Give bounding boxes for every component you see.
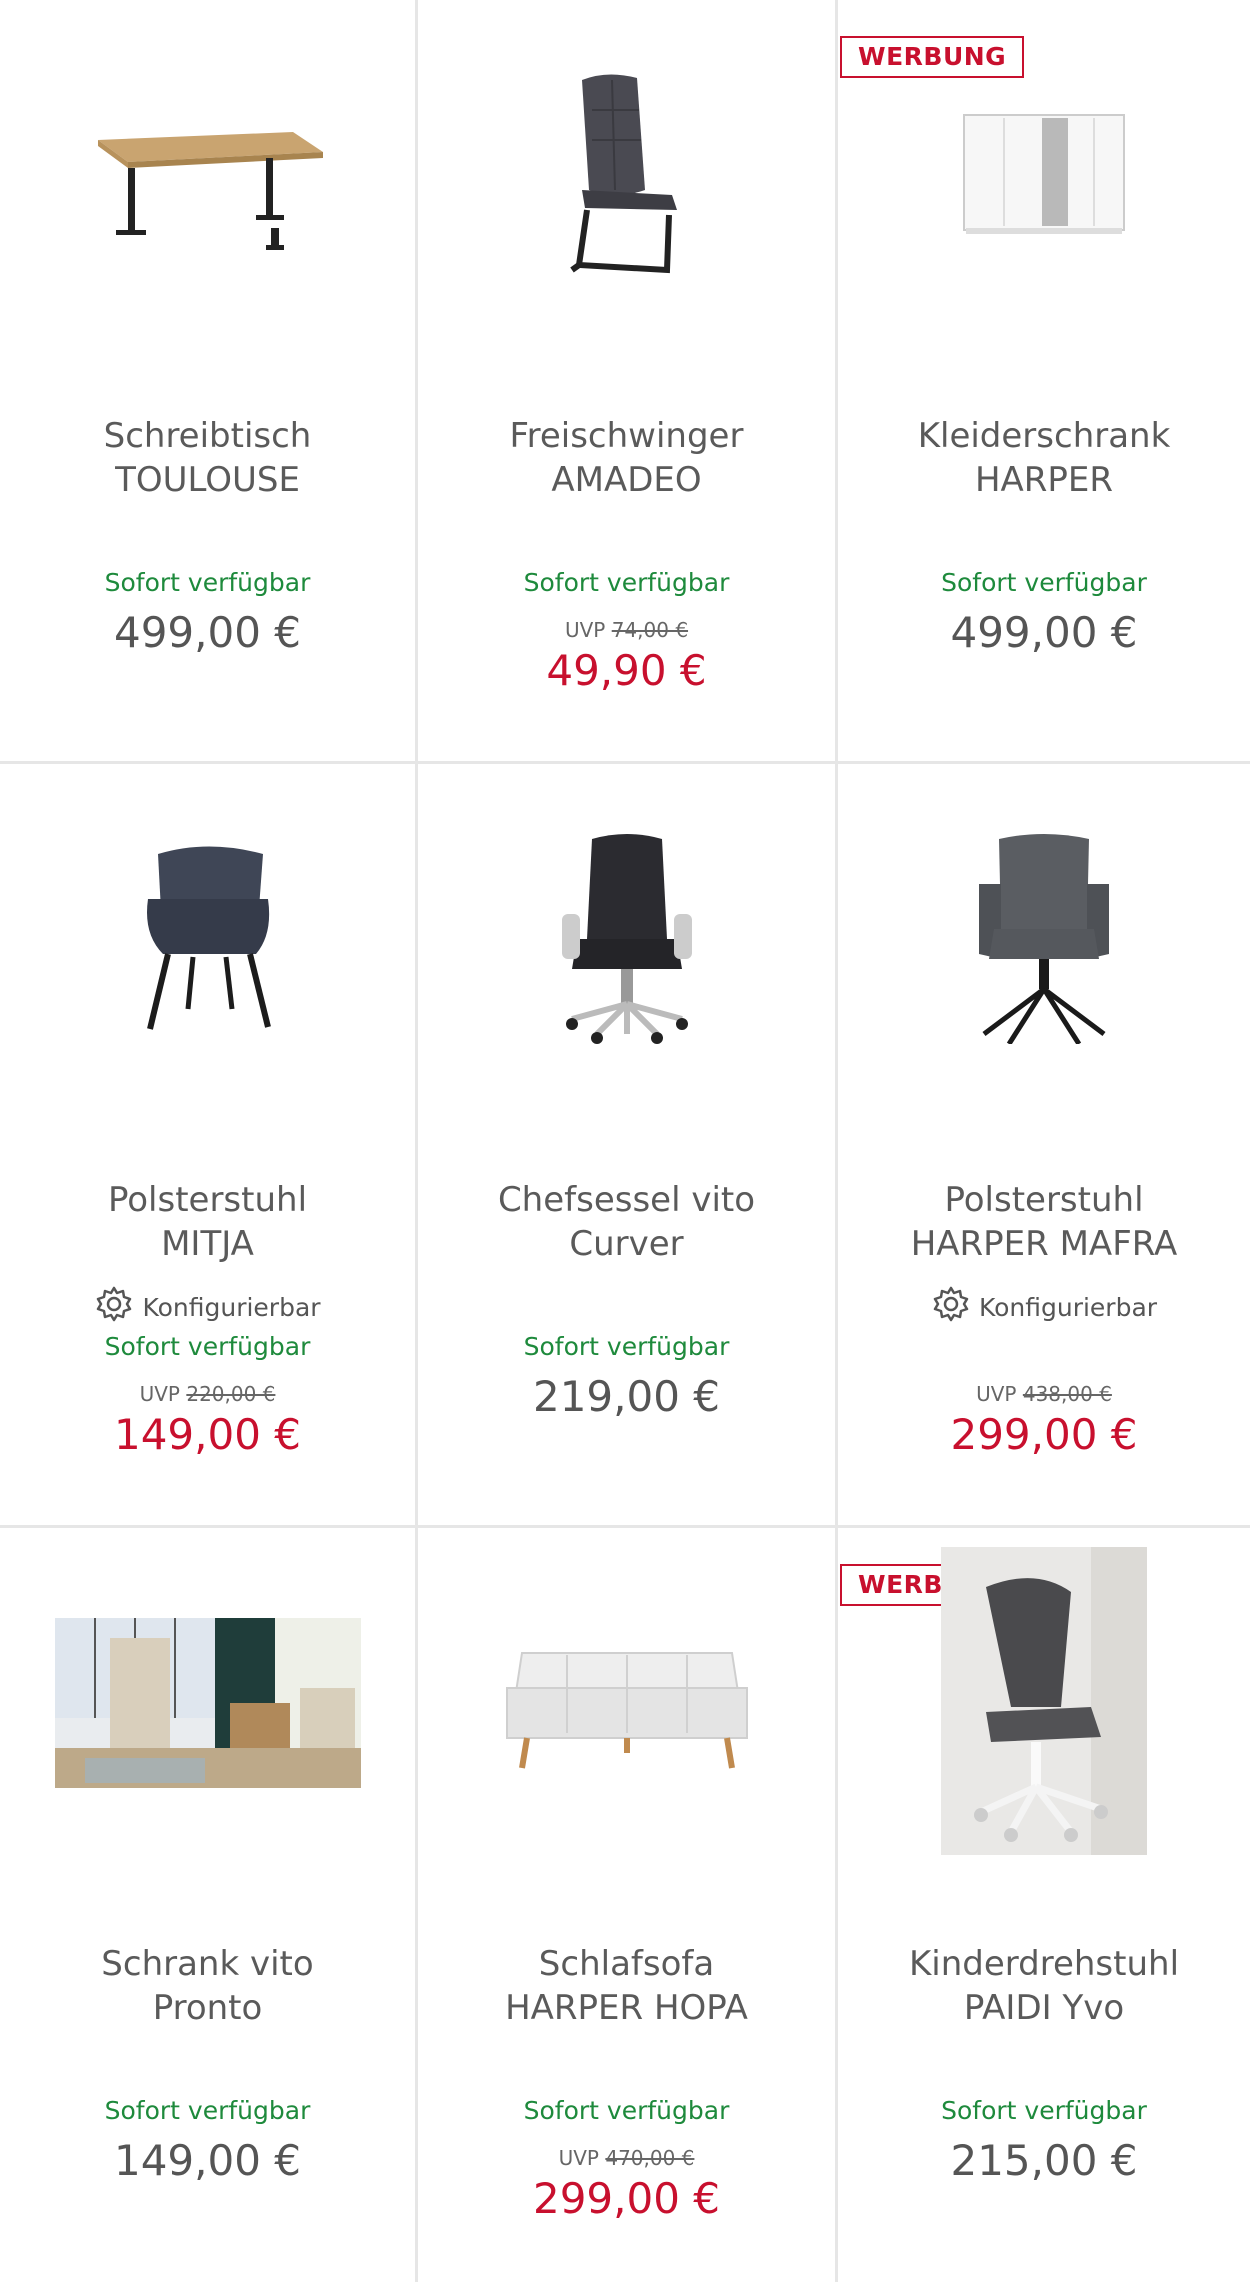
availability-label: Sofort verfügbar (523, 568, 730, 597)
product-card[interactable]: Freischwinger AMADEO Sofort verfügbar UVP… (418, 0, 838, 764)
price: 215,00 € (950, 2136, 1138, 2185)
availability-label: Sofort verfügbar (523, 2096, 730, 2125)
configurable-tag[interactable]: Konfigurierbar (0, 1284, 415, 1330)
cantilever-chair-image[interactable] (418, 20, 835, 330)
product-card[interactable]: Schlafsofa HARPER HOPA Sofort verfügbar U… (418, 1528, 838, 2282)
uvp-price: UVP 438,00 € (976, 1382, 1112, 1406)
availability-label: Sofort verfügbar (941, 568, 1147, 597)
availability-label: Sofort verfügbar (941, 2096, 1147, 2125)
gear-icon (94, 1284, 134, 1330)
sale-price: 49,90 € (546, 646, 707, 695)
product-card[interactable]: Schrank vito Pronto Sofort verfügbar 149,… (0, 1528, 418, 2282)
uvp-price: UVP 74,00 € (564, 618, 689, 642)
product-title[interactable]: Kleiderschrank HARPER (848, 414, 1240, 502)
product-card[interactable]: Schreibtisch TOULOUSE Sofort verfügbar 49… (0, 0, 418, 764)
product-title[interactable]: Kinderdrehstuhl PAIDI Yvo (848, 1942, 1240, 2030)
product-card[interactable]: WERBUNG Kinderdrehstuhl PAIDI Yvo Sofort … (838, 1528, 1250, 2282)
kids-chair-image[interactable] (838, 1546, 1250, 1856)
sale-price: 149,00 € (113, 1410, 302, 1459)
sofa-image[interactable] (418, 1548, 835, 1858)
product-title[interactable]: Schreibtisch TOULOUSE (10, 414, 405, 502)
product-title[interactable]: Freischwinger AMADEO (428, 414, 825, 502)
price: 499,00 € (113, 608, 302, 657)
product-card[interactable]: Polsterstuhl MITJA Konfigurierbar Sofort … (0, 764, 418, 1528)
product-card[interactable]: Chefsessel vito Curver Sofort verfügbar 2… (418, 764, 838, 1528)
sale-price: 299,00 € (532, 2174, 721, 2223)
product-title[interactable]: Polsterstuhl MITJA (10, 1178, 405, 1266)
gear-icon (931, 1284, 971, 1330)
uvp-price: UVP 470,00 € (558, 2146, 695, 2170)
product-title[interactable]: Schlafsofa HARPER HOPA (428, 1942, 825, 2030)
room-cabinet-image[interactable] (0, 1548, 415, 1858)
product-card[interactable]: Polsterstuhl HARPER MAFRA Konfigurierbar … (838, 764, 1250, 1912)
price: 499,00 € (950, 608, 1138, 657)
price: 219,00 € (532, 1372, 721, 1421)
availability-label: Sofort verfügbar (523, 1332, 730, 1361)
product-card[interactable]: WERBUNG Kleiderschrank HARPER Sofort verf… (838, 0, 1250, 764)
price: 149,00 € (113, 2136, 302, 2185)
product-title[interactable]: Chefsessel vito Curver (428, 1178, 825, 1266)
availability-label: Sofort verfügbar (104, 1332, 311, 1361)
armchair-image[interactable] (838, 784, 1250, 1094)
desk-image[interactable] (0, 20, 415, 330)
upholstered-chair-image[interactable] (0, 784, 415, 1094)
uvp-price: UVP 220,00 € (139, 1382, 276, 1406)
sale-price: 299,00 € (950, 1410, 1138, 1459)
availability-label: Sofort verfügbar (104, 568, 311, 597)
wardrobe-image[interactable] (838, 20, 1250, 330)
office-chair-image[interactable] (418, 784, 835, 1094)
product-title[interactable]: Schrank vito Pronto (10, 1942, 405, 2030)
product-grid: Schreibtisch TOULOUSE Sofort verfügbar 49… (0, 0, 1250, 2282)
configurable-tag[interactable]: Konfigurierbar (838, 1284, 1250, 1330)
availability-label: Sofort verfügbar (104, 2096, 311, 2125)
product-title[interactable]: Polsterstuhl HARPER MAFRA (848, 1178, 1240, 1266)
